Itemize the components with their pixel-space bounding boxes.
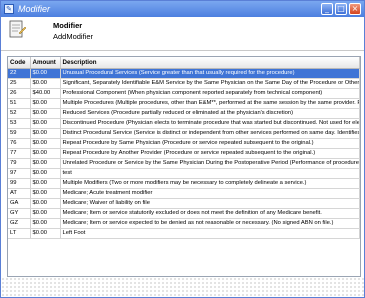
cell-code: 53 [8, 118, 31, 129]
cell-amount: $0.00 [30, 198, 61, 209]
table-row[interactable]: 97 $0.00 test [8, 168, 360, 179]
table-row[interactable]: 77 $0.00 Repeat Procedure by Another Provi… [8, 148, 360, 159]
cell-amount: $40.00 [30, 88, 61, 99]
table-row[interactable]: 99 $0.00 Multiple Modifiers (Two or more m… [8, 178, 360, 189]
cell-code: 77 [8, 148, 31, 159]
maximize-button[interactable]: □ [335, 3, 347, 15]
cell-amount: $0.00 [30, 108, 61, 119]
cell-description: Left Foot [60, 228, 360, 239]
cell-description: Significant, Separately Identifiable E&M… [60, 78, 360, 89]
cell-amount: $0.00 [30, 228, 61, 239]
cell-code: 76 [8, 138, 31, 149]
modifier-window: ✎ Modifier _ □ × Modifier AddModifier Co… [0, 0, 365, 298]
minimize-button[interactable]: _ [321, 3, 333, 15]
cell-amount: $0.00 [30, 78, 61, 89]
document-icon [9, 20, 27, 38]
cell-description: Multiple Modifiers (Two or more modifier… [60, 178, 360, 189]
cell-code: AT [8, 188, 31, 199]
header-title: Modifier [53, 21, 83, 30]
cell-code: GZ [8, 218, 31, 229]
cell-description: Multiple Procedures (Multiple procedures… [60, 98, 360, 109]
table-row[interactable]: 25 $0.00 Significant, Separately Identifia… [8, 78, 360, 89]
header-subtitle: AddModifier [53, 32, 94, 41]
table-row[interactable]: 76 $0.00 Repeat Procedure by Same Physicia… [8, 138, 360, 149]
cell-description: Repeat Procedure by Another Provider (Pr… [60, 148, 360, 159]
cell-code: 99 [8, 178, 31, 189]
cell-amount: $0.00 [30, 118, 61, 129]
cell-amount: $0.00 [30, 98, 61, 109]
cell-code: LT [8, 228, 31, 239]
cell-amount: $0.00 [30, 158, 61, 169]
header-divider [1, 50, 364, 51]
column-header-code[interactable]: Code [8, 57, 31, 69]
table-row[interactable]: 26 $40.00 Professional Component (When phy… [8, 88, 360, 99]
cell-code: 59 [8, 128, 31, 139]
cell-amount: $0.00 [30, 128, 61, 139]
cell-amount: $0.00 [30, 168, 61, 179]
dialog-header: Modifier AddModifier [1, 17, 364, 51]
window-controls: _ □ × [321, 3, 361, 15]
column-header-amount[interactable]: Amount [30, 57, 61, 69]
cell-code: GY [8, 208, 31, 219]
cell-amount: $0.00 [30, 218, 61, 229]
table-row[interactable]: GA $0.00 Medicare; Waiver of liability on … [8, 198, 360, 209]
table-row[interactable]: GZ $0.00 Medicare; Item or service expecte… [8, 218, 360, 229]
cell-description: Medicare; Waiver of liability on file [60, 198, 360, 209]
cell-amount: $0.00 [30, 148, 61, 159]
cell-description: Medicare; Acute treatment modifier [60, 188, 360, 199]
cell-description: Professional Component (When physician c… [60, 88, 360, 99]
cell-amount: $0.00 [30, 68, 61, 79]
cell-description: Repeat Procedure by Same Physician (Proc… [60, 138, 360, 149]
table-row[interactable]: 79 $0.00 Unrelated Procedure or Service by… [8, 158, 360, 169]
cell-description: Distinct Procedural Service (Service is … [60, 128, 360, 139]
cell-code: 26 [8, 88, 31, 99]
cell-code: 97 [8, 168, 31, 179]
title-bar[interactable]: ✎ Modifier _ □ × [1, 1, 364, 17]
window-title: Modifier [18, 4, 51, 14]
app-icon: ✎ [4, 4, 14, 14]
table-row[interactable]: LT $0.00 Left Foot [8, 228, 360, 239]
table-row[interactable]: GY $0.00 Medicare; Item or service statuto… [8, 208, 360, 219]
cell-description: Unusual Procedural Services (Service gre… [60, 68, 360, 79]
cell-code: 51 [8, 98, 31, 109]
cell-amount: $0.00 [30, 178, 61, 189]
column-header-description[interactable]: Description [60, 57, 360, 69]
table-row[interactable]: 59 $0.00 Distinct Procedural Service (Serv… [8, 128, 360, 139]
table-row[interactable]: 51 $0.00 Multiple Procedures (Multiple pro… [8, 98, 360, 109]
cell-amount: $0.00 [30, 208, 61, 219]
cell-description: Reduced Services (Procedure partially re… [60, 108, 360, 119]
cell-code: 25 [8, 78, 31, 89]
table-row[interactable]: 53 $0.00 Discontinued Procedure (Physician… [8, 118, 360, 129]
table-row[interactable]: 52 $0.00 Reduced Services (Procedure parti… [8, 108, 360, 119]
cell-description: Medicare; Item or service expected to be… [60, 218, 360, 229]
cell-code: 79 [8, 158, 31, 169]
modifier-grid[interactable]: Code Amount Description 22 $0.00 Unusual P… [7, 56, 361, 277]
cell-description: test [60, 168, 360, 179]
cell-description: Medicare; Item or service statutorily ex… [60, 208, 360, 219]
table-row[interactable]: AT $0.00 Medicare; Acute treatment modifie… [8, 188, 360, 199]
cell-code: 22 [8, 68, 31, 79]
cell-amount: $0.00 [30, 188, 61, 199]
cell-description: Discontinued Procedure (Physician elects… [60, 118, 360, 129]
table-row[interactable]: 22 $0.00 Unusual Procedural Services (Serv… [8, 68, 360, 79]
grid-header-row: Code Amount Description [8, 57, 360, 69]
dotted-footer-area [1, 277, 364, 297]
cell-code: 52 [8, 108, 31, 119]
cell-description: Unrelated Procedure or Service by the Sa… [60, 158, 360, 169]
close-button[interactable]: × [349, 3, 361, 15]
cell-code: GA [8, 198, 31, 209]
cell-amount: $0.00 [30, 138, 61, 149]
